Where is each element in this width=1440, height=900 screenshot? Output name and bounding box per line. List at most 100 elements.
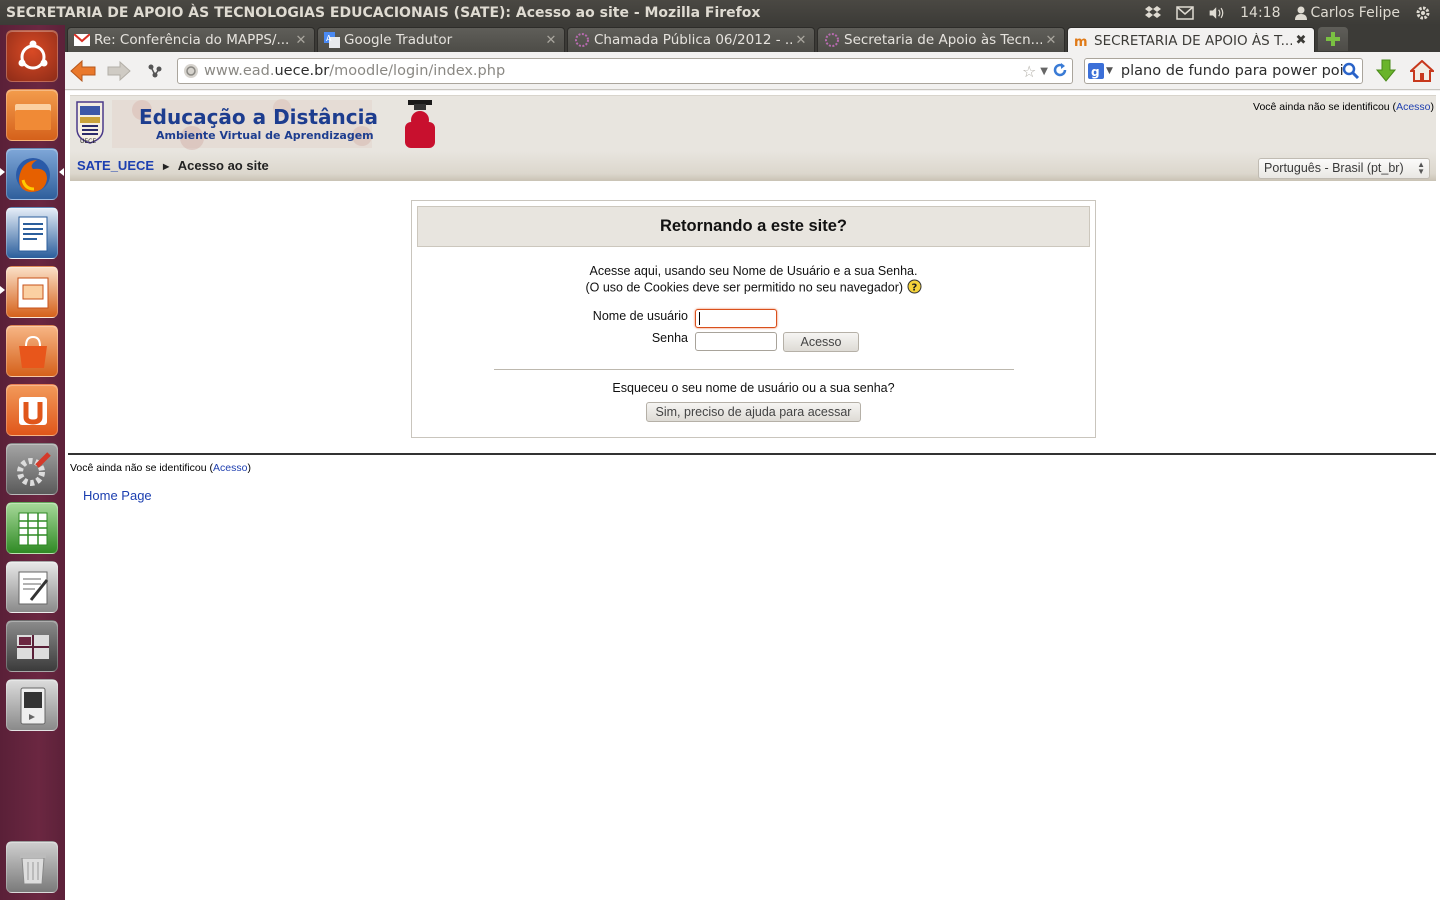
window-title: SECRETARIA DE APOIO ÀS TECNOLOGIAS EDUCA… xyxy=(6,4,761,21)
presentation-icon xyxy=(17,277,49,309)
tab-strip: Re: Conferência do MAPPS/... ✕ A Google … xyxy=(65,25,1440,53)
password-label: Senha xyxy=(651,331,688,345)
url-bar[interactable]: www.ead. uece.br/moodle/login/index.php ☆… xyxy=(177,58,1073,84)
language-select[interactable]: Português - Brasil (pt_br) ▲ ▼ xyxy=(1258,158,1430,179)
forward-button[interactable] xyxy=(105,58,133,84)
system-settings-launcher[interactable] xyxy=(6,443,58,495)
settings-icon xyxy=(17,452,51,486)
user-name: Carlos Felipe xyxy=(1310,4,1401,21)
url-path: /moodle/login/index.php xyxy=(329,63,506,79)
home-icon xyxy=(1410,60,1434,82)
back-button[interactable] xyxy=(69,58,97,84)
chevron-down-icon[interactable]: ▼ xyxy=(1040,66,1048,77)
bookmark-tree-icon xyxy=(148,64,162,78)
text-cursor xyxy=(699,312,700,325)
folder-icon xyxy=(15,104,51,130)
impress-launcher[interactable] xyxy=(6,266,58,318)
site-banner[interactable]: UECE Educação a Distância Ambiente Virtu… xyxy=(72,98,437,150)
clock[interactable]: 14:18 xyxy=(1240,5,1280,21)
magnifier-icon[interactable] xyxy=(1342,62,1360,84)
search-bar[interactable]: g ▼ plano de fundo para power point xyxy=(1084,58,1363,84)
login-box: Retornando a este site? Acesse aqui, usa… xyxy=(411,200,1096,438)
mail-icon[interactable] xyxy=(1176,5,1194,21)
dropbox-icon[interactable] xyxy=(1144,5,1162,21)
footer-login-text: Você ainda não se identificou ( xyxy=(70,462,214,474)
home-button[interactable] xyxy=(1408,58,1436,84)
new-tab-button[interactable] xyxy=(1318,27,1348,51)
close-icon[interactable]: ✕ xyxy=(1042,33,1060,48)
tab-label: Secretaria de Apoio às Tecn... xyxy=(844,32,1042,48)
launcher xyxy=(0,25,65,900)
login-submit-button[interactable]: Acesso xyxy=(783,332,859,352)
user-menu[interactable]: Carlos Felipe xyxy=(1294,4,1401,21)
spreadsheet-icon xyxy=(18,512,48,546)
help-icon[interactable]: ? xyxy=(907,279,922,297)
login-link-footer[interactable]: Acesso xyxy=(213,462,247,474)
login-intro-line1: Acesse aqui, usando seu Nome de Usuário … xyxy=(589,264,918,278)
media-player-launcher[interactable] xyxy=(6,679,58,731)
text-editor-icon xyxy=(18,571,49,605)
login-intro-line2-row: (O uso de Cookies deve ser permitido no … xyxy=(412,279,1095,297)
forgot-password-button[interactable]: Sim, preciso de ajuda para acessar xyxy=(646,402,861,422)
dash-home-button[interactable] xyxy=(6,30,58,82)
reload-button[interactable] xyxy=(1051,61,1069,83)
trash-icon xyxy=(20,854,46,885)
history-button[interactable] xyxy=(141,58,169,84)
login-intro-line2: (O uso de Cookies deve ser permitido no … xyxy=(585,280,904,295)
breadcrumb-separator-icon: ► xyxy=(160,161,172,173)
volume-icon[interactable] xyxy=(1208,5,1226,21)
site-header: UECE Educação a Distância Ambiente Virtu… xyxy=(70,95,1436,151)
workspace-switcher-launcher[interactable] xyxy=(6,620,58,672)
tab-label: SECRETARIA DE APOIO ÀS T... xyxy=(1094,32,1292,49)
calc-launcher[interactable] xyxy=(6,502,58,554)
workspaces-icon xyxy=(17,635,49,659)
breadcrumb: SATE_UECE ► Acesso ao site xyxy=(77,158,269,173)
document-icon xyxy=(18,216,48,252)
password-input[interactable] xyxy=(695,332,777,351)
search-input[interactable]: plano de fundo para power point xyxy=(1121,63,1343,79)
tab-active-sate[interactable]: m SECRETARIA DE APOIO ÀS T... ✖ xyxy=(1067,27,1315,53)
trash-launcher[interactable] xyxy=(6,841,58,893)
download-arrow-icon xyxy=(1376,59,1396,82)
files-launcher[interactable] xyxy=(6,89,58,141)
svg-text:g: g xyxy=(1091,65,1100,79)
site-identity-icon[interactable] xyxy=(180,63,202,79)
footer-divider xyxy=(68,453,1436,455)
firefox-launcher[interactable] xyxy=(6,148,58,200)
writer-launcher[interactable] xyxy=(6,207,58,259)
close-icon[interactable]: ✕ xyxy=(292,33,310,48)
tab-secretaria[interactable]: Secretaria de Apoio às Tecn... ✕ xyxy=(817,27,1065,52)
downloads-button[interactable] xyxy=(1372,58,1400,84)
forgot-password-text: Esqueceu o seu nome de usuário ou a sua … xyxy=(612,381,895,395)
gear-icon[interactable] xyxy=(1414,5,1432,21)
tab-translate[interactable]: A Google Tradutor ✕ xyxy=(317,27,565,52)
logo-text: UECE xyxy=(80,138,97,145)
tab-gmail[interactable]: Re: Conferência do MAPPS/... ✕ xyxy=(67,27,315,52)
username-input[interactable] xyxy=(695,309,777,328)
arrow-right-icon xyxy=(107,61,131,81)
user-icon xyxy=(1294,6,1307,20)
login-heading: Retornando a este site? xyxy=(417,206,1090,247)
close-icon[interactable]: ✕ xyxy=(792,33,810,48)
google-search-engine-icon[interactable]: g ▼ xyxy=(1088,63,1113,79)
footer-login-close: ) xyxy=(247,462,251,474)
login-info-footer: Você ainda não se identificou (Acesso) xyxy=(70,462,251,474)
close-icon[interactable]: ✖ xyxy=(1292,33,1310,48)
username-label: Nome de usuário xyxy=(592,309,688,323)
banner-title: Educação a Distância xyxy=(139,105,378,129)
tab-chamada[interactable]: Chamada Pública 06/2012 - ... ✕ xyxy=(567,27,815,52)
ubuntu-logo-icon xyxy=(18,40,48,70)
system-tray: 14:18 Carlos Felipe xyxy=(1144,0,1432,25)
home-page-link[interactable]: Home Page xyxy=(83,488,152,503)
text-editor-launcher[interactable] xyxy=(6,561,58,613)
breadcrumb-home-link[interactable]: SATE_UECE xyxy=(77,158,154,173)
tab-label: Re: Conferência do MAPPS/... xyxy=(94,32,290,48)
ubuntu-one-launcher[interactable] xyxy=(6,384,58,436)
close-icon[interactable]: ✕ xyxy=(542,33,560,48)
star-icon[interactable]: ☆ xyxy=(1022,62,1036,81)
software-center-launcher[interactable] xyxy=(6,325,58,377)
reload-icon xyxy=(1053,63,1067,77)
tab-label: Chamada Pública 06/2012 - ... xyxy=(594,32,792,48)
login-link-header[interactable]: Acesso xyxy=(1396,101,1430,113)
svg-text:A: A xyxy=(326,34,332,43)
